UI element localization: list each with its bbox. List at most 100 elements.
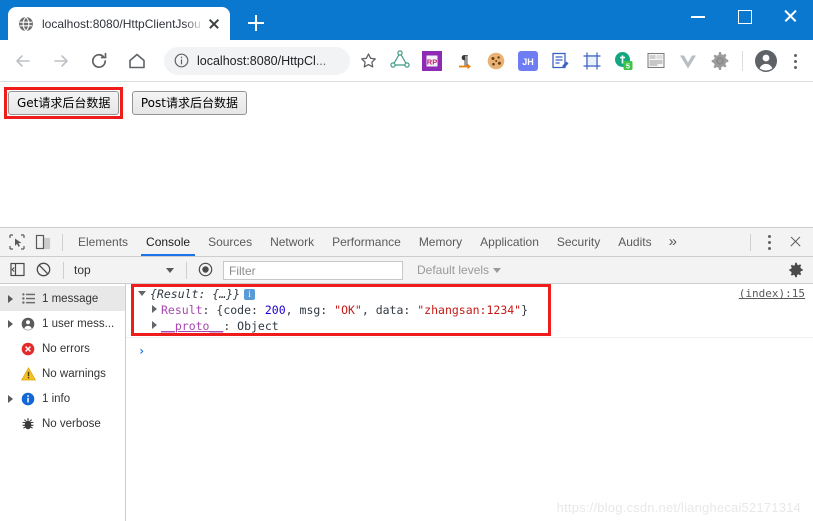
tabbar-divider — [62, 233, 63, 251]
console-preview-text: {Result: {…}} — [150, 287, 241, 301]
devtools-menu-button[interactable] — [757, 227, 783, 257]
home-button[interactable] — [122, 46, 152, 76]
jh-extension-icon[interactable]: JH — [514, 47, 542, 75]
console-filter-bar: top Filter Default levels — [0, 257, 813, 284]
tab-strip: localhost:8080/HttpClientJsou — [0, 0, 270, 40]
inspect-element-icon[interactable] — [4, 230, 30, 254]
rp-extension-icon[interactable]: RP — [418, 47, 446, 75]
info-circle-icon[interactable] — [174, 53, 189, 68]
sidebar-item-info[interactable]: 1 info — [0, 386, 125, 411]
comma-2: , — [361, 303, 376, 317]
profile-avatar[interactable] — [751, 46, 781, 76]
browser-toolbar: localhost:8080/HttpCl... RP ¶ JH 5 — [0, 40, 813, 82]
expand-triangle-proto-icon[interactable] — [152, 321, 157, 329]
tab-memory[interactable]: Memory — [410, 228, 471, 256]
expand-triangle-user-messages[interactable] — [2, 319, 18, 328]
maximize-button[interactable] — [721, 0, 767, 31]
devtools-close-icon[interactable] — [783, 229, 809, 255]
gear-icon[interactable] — [785, 259, 807, 281]
back-button[interactable] — [8, 46, 38, 76]
tab-performance[interactable]: Performance — [323, 228, 410, 256]
sidebar-item-warnings[interactable]: No warnings — [0, 361, 125, 386]
collapse-triangle-icon[interactable] — [138, 291, 146, 296]
get-request-button[interactable]: Get请求后台数据 — [8, 91, 120, 115]
console-result-line[interactable]: Result: {code: 200, msg: "OK", data: "zh… — [126, 302, 813, 318]
console-proto-line[interactable]: __proto__: Object — [126, 318, 813, 334]
execution-context-value: top — [74, 263, 91, 277]
address-bar[interactable]: localhost:8080/HttpCl... — [164, 46, 350, 75]
console-levels-label: Default levels — [417, 263, 490, 277]
sidebar-item-verbose[interactable]: No verbose — [0, 411, 125, 436]
notes-extension-icon[interactable] — [546, 47, 574, 75]
user-icon — [18, 317, 38, 331]
info-badge-icon[interactable]: i — [244, 289, 256, 300]
sidebar-item-errors[interactable]: No errors — [0, 336, 125, 361]
browser-tab[interactable]: localhost:8080/HttpClientJsou — [8, 7, 230, 40]
devtools-tabbar: Elements Console Sources Network Perform… — [0, 228, 813, 257]
window-controls — [675, 0, 813, 31]
vue-devtools-icon[interactable] — [674, 47, 702, 75]
comma-1: , — [285, 303, 300, 317]
list-icon — [18, 292, 38, 305]
device-toolbar-icon[interactable] — [30, 230, 56, 254]
graphql-extension-icon[interactable] — [386, 47, 414, 75]
expand-triangle-result-icon[interactable] — [152, 305, 157, 313]
tabbar-divider-2 — [750, 233, 751, 251]
warning-icon — [18, 366, 38, 381]
browser-window: localhost:8080/HttpClientJsou localhost:… — [0, 0, 813, 521]
chrome-menu-button[interactable] — [783, 46, 809, 76]
tab-console[interactable]: Console — [137, 228, 199, 256]
console-message-row[interactable]: {Result: {…}} i Result: {code: 200, msg: … — [126, 284, 813, 338]
console-sidebar-toggle-icon[interactable] — [5, 258, 31, 282]
tab-elements[interactable]: Elements — [69, 228, 137, 256]
tab-security[interactable]: Security — [548, 228, 609, 256]
live-expression-icon[interactable] — [193, 258, 219, 282]
cookie-extension-icon[interactable] — [482, 47, 510, 75]
minimize-button[interactable] — [675, 0, 721, 31]
result-key: Result — [161, 303, 203, 317]
console-message-preview-line[interactable]: {Result: {…}} i — [126, 286, 813, 302]
tab-close-icon[interactable] — [206, 16, 222, 32]
address-bar-url: localhost:8080/HttpCl... — [197, 53, 327, 68]
sidebar-label-verbose: No verbose — [42, 417, 101, 430]
svg-text:JH: JH — [522, 57, 534, 67]
info-icon — [18, 392, 38, 406]
clear-console-icon[interactable] — [31, 258, 57, 282]
globe-icon — [18, 15, 34, 32]
sidebar-item-user-messages[interactable]: 1 user mess... — [0, 311, 125, 336]
console-levels-select[interactable]: Default levels — [417, 263, 502, 277]
console-filter-input[interactable]: Filter — [223, 260, 403, 280]
star-icon[interactable] — [356, 48, 382, 74]
pilcrow-extension-icon[interactable]: ¶ — [450, 47, 478, 75]
post-request-button[interactable]: Post请求后台数据 — [131, 91, 247, 115]
console-output[interactable]: {Result: {…}} i Result: {code: 200, msg: … — [126, 284, 813, 521]
proto-value: : Object — [223, 319, 279, 333]
sidebar-item-messages[interactable]: 1 message — [0, 286, 125, 311]
settings-extension-icon[interactable] — [706, 47, 734, 75]
evernote-extension-icon[interactable]: 5 — [610, 47, 638, 75]
tab-network[interactable]: Network — [261, 228, 323, 256]
close-window-button[interactable] — [767, 0, 813, 31]
tab-sources[interactable]: Sources — [199, 228, 261, 256]
console-prompt-row[interactable]: › — [126, 338, 813, 360]
tab-audits[interactable]: Audits — [609, 228, 660, 256]
tab-application[interactable]: Application — [471, 228, 548, 256]
more-tabs-icon[interactable]: » — [661, 229, 685, 255]
console-source-link[interactable]: (index):15 — [739, 287, 805, 300]
clipboard-extension-icon[interactable] — [642, 47, 670, 75]
proto-key: __proto__ — [161, 319, 224, 333]
code-value: 200 — [264, 303, 286, 317]
reload-button[interactable] — [84, 46, 114, 76]
tab-title: localhost:8080/HttpClientJsou — [42, 16, 201, 31]
closing-brace: } — [521, 303, 529, 317]
frame-extension-icon[interactable] — [578, 47, 606, 75]
forward-button[interactable] — [46, 46, 76, 76]
expand-triangle-info[interactable] — [2, 394, 18, 403]
bug-icon — [18, 417, 38, 431]
new-tab-button[interactable] — [242, 9, 270, 37]
toolbar-divider — [742, 50, 743, 71]
chevron-down-icon — [166, 267, 174, 273]
execution-context-select[interactable]: top — [70, 260, 180, 280]
result-separator: : { — [202, 303, 224, 317]
expand-triangle-messages[interactable] — [2, 294, 18, 303]
